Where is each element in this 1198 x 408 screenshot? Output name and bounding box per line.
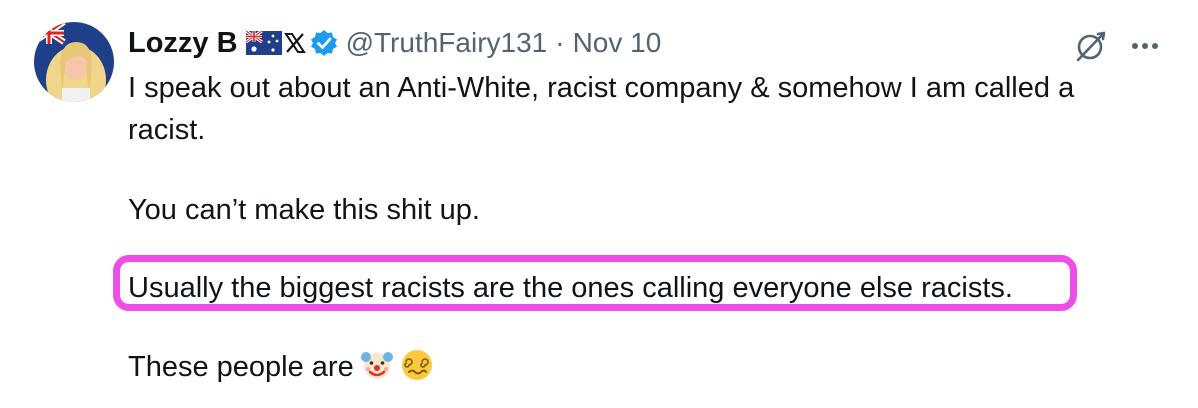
avatar-image xyxy=(34,22,114,102)
tweet-header: Lozzy B @TruthFairy131 · Nov 10 xyxy=(128,22,661,64)
tweet-text-line-2: racist. xyxy=(128,114,206,146)
dizzy-face-emoji xyxy=(400,348,434,382)
tweet-text-line-3: You can’t make this shit up. xyxy=(128,194,480,226)
tweet-text-last: These people are xyxy=(128,351,354,383)
tweet-text-line-1: I speak out about an Anti-White, racist … xyxy=(128,72,1075,104)
avatar[interactable] xyxy=(34,22,114,102)
separator-dot: · xyxy=(555,27,565,58)
x-logo-icon xyxy=(283,31,306,55)
user-handle[interactable]: @TruthFairy131 xyxy=(346,27,548,59)
tweet-date[interactable]: Nov 10 xyxy=(573,27,662,59)
display-name[interactable]: Lozzy B xyxy=(128,27,238,60)
clown-face-emoji xyxy=(360,348,394,382)
grok-icon[interactable] xyxy=(1072,27,1110,65)
tweet-card[interactable]: Lozzy B @TruthFairy131 · Nov 10 I speak … xyxy=(0,0,1198,408)
tweet-text-line-5: These people are xyxy=(128,347,434,387)
more-dots-icon[interactable] xyxy=(1126,27,1164,65)
tweet-text-line-4: Usually the biggest racists are the ones… xyxy=(128,272,1013,304)
verified-badge-icon[interactable] xyxy=(310,29,338,57)
australian-flag-icon xyxy=(244,29,282,55)
